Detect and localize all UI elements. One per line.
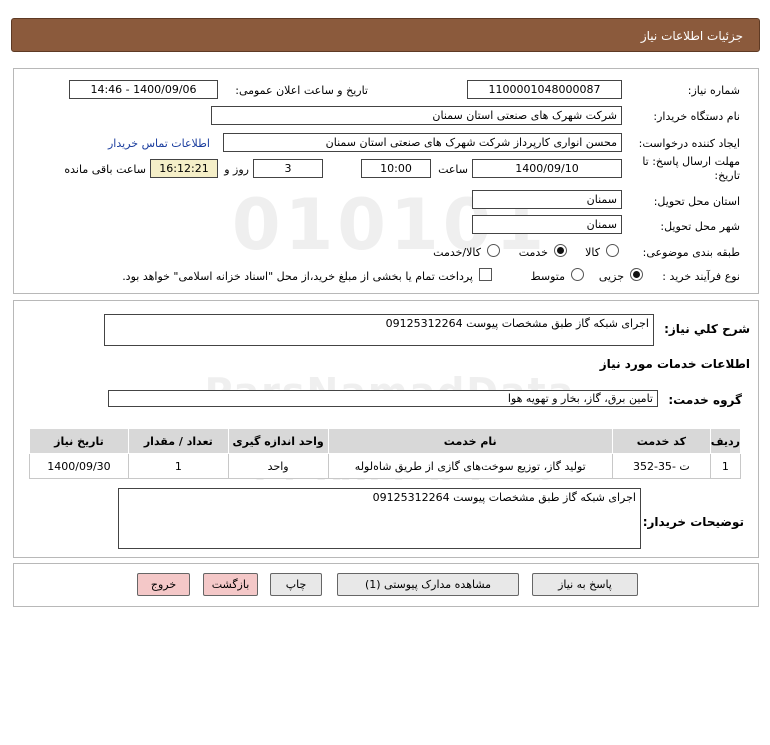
service-group-field[interactable]: تامین برق، گاز، بخار و تهویه هوا bbox=[108, 390, 658, 407]
services-section-title: اطلاعات خدمات مورد نیاز bbox=[599, 357, 750, 371]
treasury-payment-checkbox[interactable] bbox=[479, 268, 492, 281]
description-field[interactable]: اجرای شبکه گاز طبق مشخصات پیوست 09125312… bbox=[104, 314, 654, 346]
days-field[interactable]: 3 bbox=[253, 159, 323, 178]
view-attachments-button[interactable]: مشاهده مدارک پیوستی (1) bbox=[337, 573, 519, 596]
requester-label: ایجاد کننده درخواست: bbox=[638, 137, 740, 150]
remaining-time-field: 16:12:21 bbox=[150, 159, 218, 178]
category-service-label: خدمت bbox=[518, 246, 548, 259]
requester-field[interactable]: محسن انواری کارپرداز شرکت شهرک های صنعتی… bbox=[223, 133, 622, 152]
service-group-label: گروه خدمت: bbox=[668, 393, 742, 407]
buyer-org-field[interactable]: شرکت شهرک های صنعتی استان سمنان bbox=[211, 106, 622, 125]
province-field[interactable]: سمنان bbox=[472, 190, 622, 209]
back-button[interactable]: بازگشت bbox=[203, 573, 258, 596]
table-row[interactable]: 1 ت -35-352 تولید گاز، توزیع سوخت‌های گا… bbox=[29, 453, 742, 479]
services-table: ردیف کد خدمت نام خدمت واحد اندازه گیری ت… bbox=[29, 428, 742, 479]
contact-buyer-link[interactable]: اطلاعات تماس خریدار bbox=[108, 137, 210, 150]
table-header-row: ردیف کد خدمت نام خدمت واحد اندازه گیری ت… bbox=[29, 428, 742, 454]
cell-date: 1400/09/30 bbox=[29, 453, 129, 479]
col-qty: تعداد / مقدار bbox=[127, 428, 229, 454]
cell-qty: 1 bbox=[127, 453, 229, 479]
deadline-date-field[interactable]: 1400/09/10 bbox=[472, 159, 622, 178]
cell-unit: واحد bbox=[227, 453, 329, 479]
deadline-time-field[interactable]: 10:00 bbox=[361, 159, 431, 178]
need-number-label: شماره نیاز: bbox=[687, 84, 740, 97]
deadline-time-label: ساعت bbox=[438, 163, 468, 176]
category-service-radio[interactable] bbox=[554, 244, 567, 257]
col-name: نام خدمت bbox=[327, 428, 613, 454]
category-label: طبقه بندی موضوعی: bbox=[642, 246, 740, 259]
city-label: شهر محل تحویل: bbox=[660, 220, 740, 233]
cell-name: تولید گاز، توزیع سوخت‌های گازی از طریق ش… bbox=[327, 453, 613, 479]
deadline-label: مهلت ارسال پاسخ: تا تاریخ: bbox=[642, 155, 740, 182]
cell-row: 1 bbox=[709, 453, 742, 479]
process-label: نوع فرآیند خرید : bbox=[662, 270, 740, 283]
category-goods-service-label: کالا/خدمت bbox=[433, 246, 481, 259]
description-label: شرح کلي نياز: bbox=[664, 322, 750, 336]
exit-button[interactable]: خروج bbox=[137, 573, 190, 596]
days-label: روز و bbox=[224, 163, 249, 176]
announce-label: تاریخ و ساعت اعلان عمومی: bbox=[235, 84, 368, 97]
city-field[interactable]: سمنان bbox=[472, 215, 622, 234]
category-goods-radio[interactable] bbox=[606, 244, 619, 257]
col-row: ردیف bbox=[709, 428, 742, 454]
col-code: کد خدمت bbox=[611, 428, 711, 454]
buyer-notes-field[interactable]: اجرای شبکه گاز طبق مشخصات پیوست 09125312… bbox=[118, 488, 641, 549]
payment-note: پرداخت تمام یا بخشی از مبلغ خرید،از محل … bbox=[122, 270, 473, 283]
process-minor-radio[interactable] bbox=[630, 268, 643, 281]
province-label: استان محل تحویل: bbox=[653, 195, 740, 208]
announce-field[interactable]: 1400/09/06 - 14:46 bbox=[69, 80, 218, 99]
process-medium-radio[interactable] bbox=[571, 268, 584, 281]
cell-code: ت -35-352 bbox=[611, 453, 711, 479]
col-date: تاریخ نیاز bbox=[29, 428, 129, 454]
process-medium-label: متوسط bbox=[530, 270, 565, 283]
category-goods-label: کالا bbox=[585, 246, 600, 259]
category-goods-service-radio[interactable] bbox=[487, 244, 500, 257]
process-minor-label: جزیی bbox=[598, 270, 624, 283]
remaining-label: ساعت باقی مانده bbox=[64, 163, 146, 176]
need-number-field[interactable]: 1100001048000087 bbox=[467, 80, 622, 99]
print-button[interactable]: چاپ bbox=[270, 573, 322, 596]
col-unit: واحد اندازه گیری bbox=[227, 428, 329, 454]
buyer-notes-label: توضیحات خریدار: bbox=[642, 515, 744, 529]
buyer-org-label: نام دستگاه خریدار: bbox=[653, 110, 740, 123]
page-title: جزئیات اطلاعات نیاز bbox=[640, 29, 743, 43]
reply-button[interactable]: پاسخ به نیاز bbox=[532, 573, 638, 596]
page-header: جزئیات اطلاعات نیاز bbox=[11, 18, 760, 52]
